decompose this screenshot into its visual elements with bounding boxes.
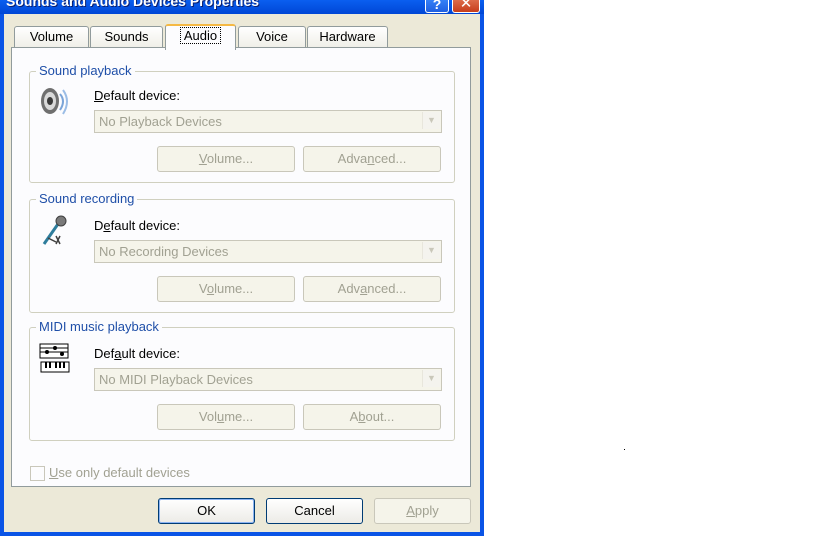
recording-volume-button[interactable]: Volume... [157,276,295,302]
midi-about-button[interactable]: About... [303,404,441,430]
midi-volume-button[interactable]: Volume... [157,404,295,430]
chevron-down-icon[interactable]: ▼ [422,112,440,129]
sound-recording-title: Sound recording [36,192,138,206]
midi-playback-group: MIDI music playback Default device: No M… [29,320,455,441]
midi-playback-title: MIDI music playback [36,320,162,334]
ok-button[interactable]: OK [158,498,255,524]
sound-playback-group: Sound playback Default device: No Playba… [29,64,455,183]
window-title: Sounds and Audio Devices Properties [6,0,260,9]
playback-volume-button[interactable]: Volume... [157,146,295,172]
tab-sounds[interactable]: Sounds [90,26,163,47]
dialog-client-area: Volume Sounds Audio Voice Hardware Sound… [4,14,480,532]
title-bar[interactable]: Sounds and Audio Devices Properties ? ✕ [0,0,484,14]
properties-window: Sounds and Audio Devices Properties ? ✕ … [0,0,484,536]
tab-hardware[interactable]: Hardware [307,26,388,47]
midi-device-select[interactable]: No MIDI Playback Devices ▼ [94,368,442,391]
apply-button[interactable]: Apply [374,498,471,524]
use-default-devices-label[interactable]: Use only default devices [49,465,190,480]
playback-device-select[interactable]: No Playback Devices ▼ [94,110,442,133]
tab-voice[interactable]: Voice [238,26,306,47]
midi-default-device-label: Default device: [94,346,181,361]
tab-label: Sounds [104,29,149,44]
use-default-devices-checkbox[interactable] [30,466,45,481]
tab-label: Hardware [319,29,376,44]
audio-tab-panel: Sound playback Default device: No Playba… [11,47,471,487]
recording-advanced-button[interactable]: Advanced... [303,276,441,302]
tab-label: Volume [29,29,74,44]
chevron-down-icon[interactable]: ▼ [422,370,440,387]
midi-keyboard-icon [39,343,70,373]
tab-volume[interactable]: Volume [14,26,89,47]
tab-label: Voice [256,29,288,44]
playback-device-value: No Playback Devices [99,114,222,129]
help-button[interactable]: ? [425,0,449,13]
tab-audio[interactable]: Audio [165,24,236,50]
playback-default-device-label: Default device: [94,88,180,103]
midi-device-value: No MIDI Playback Devices [99,372,253,387]
speaker-icon [41,88,68,115]
close-button[interactable]: ✕ [452,0,480,13]
microphone-icon [42,215,67,245]
recording-device-value: No Recording Devices [99,244,229,259]
stray-pixel [624,449,625,450]
chevron-down-icon[interactable]: ▼ [422,242,440,259]
sound-recording-group: Sound recording Default device: No Recor… [29,192,455,313]
cancel-button[interactable]: Cancel [266,498,363,524]
recording-device-select[interactable]: No Recording Devices ▼ [94,240,442,263]
tab-label: Audio [179,27,222,44]
recording-default-device-label: Default device: [94,218,180,233]
sound-playback-title: Sound playback [36,64,135,78]
playback-advanced-button[interactable]: Advanced... [303,146,441,172]
